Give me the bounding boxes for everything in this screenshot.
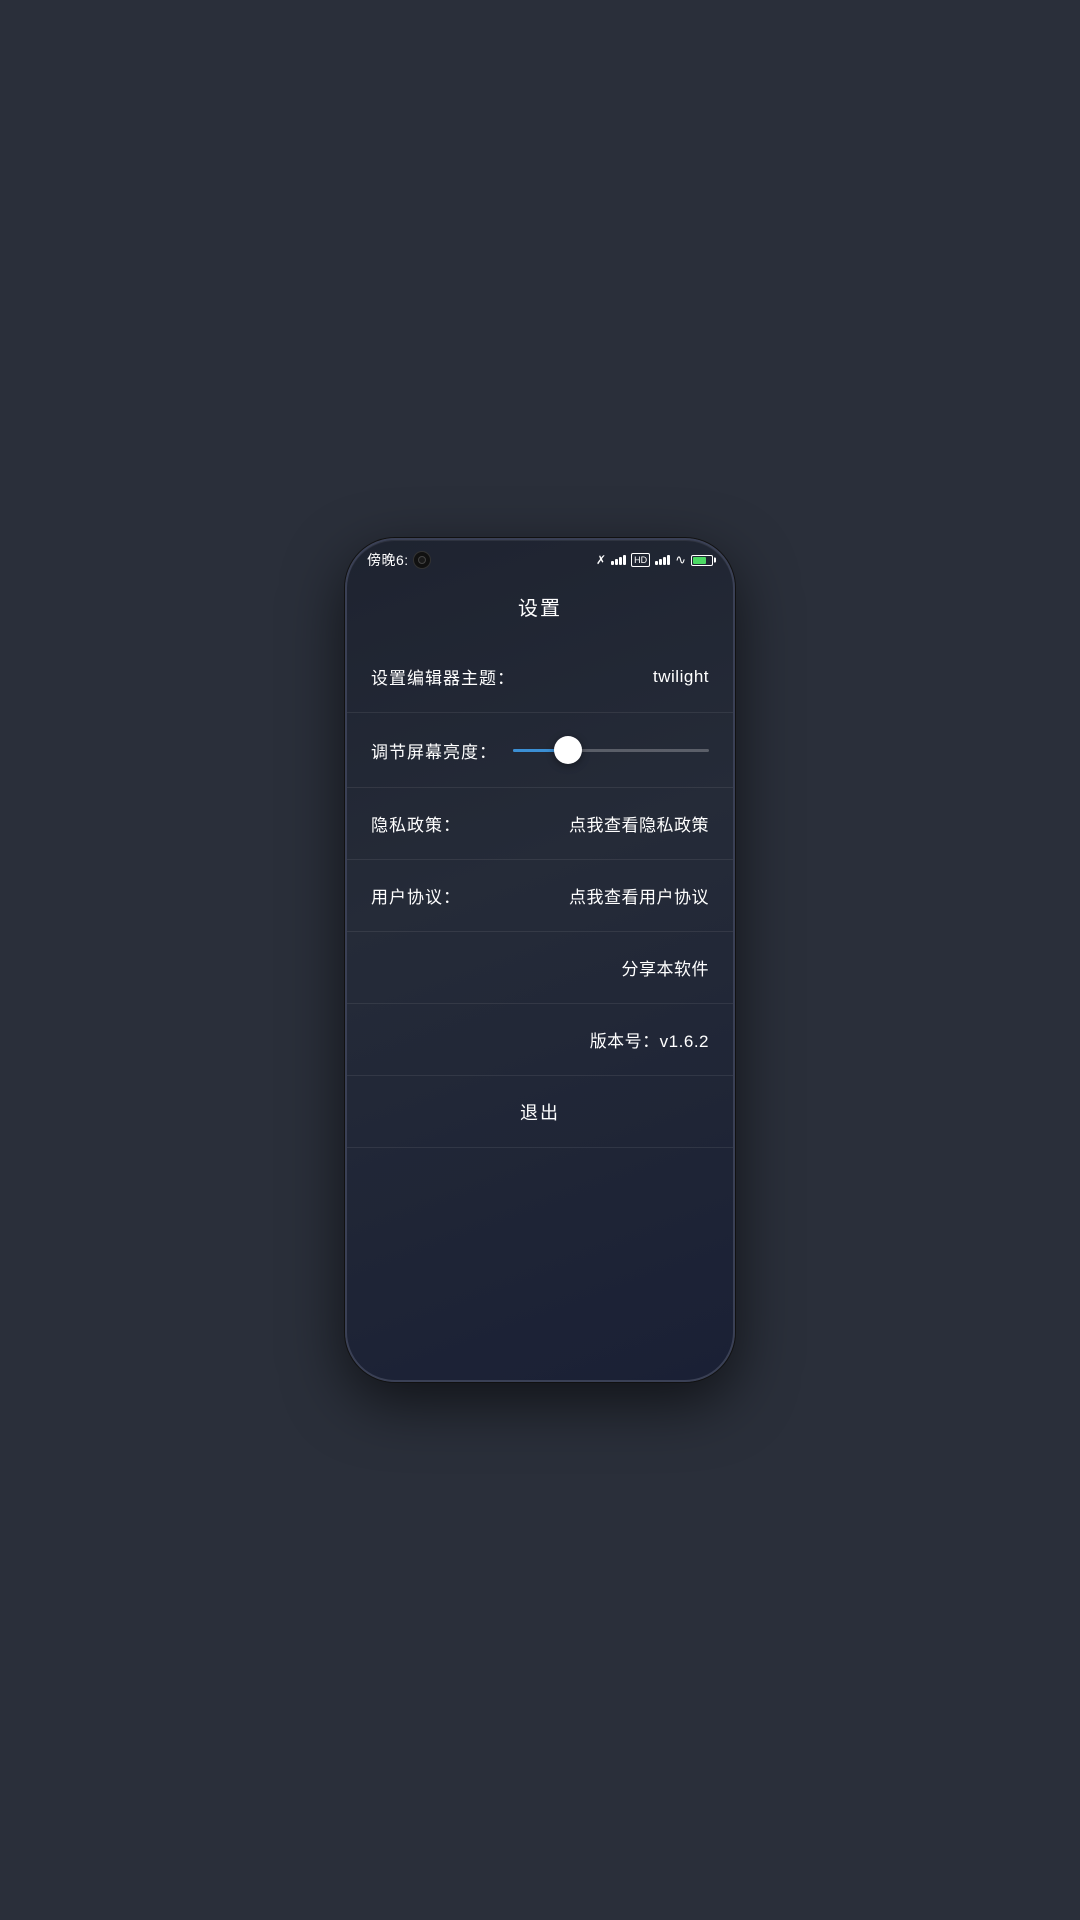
signal-bar2-3 [663,557,666,565]
signal-bar-2 [615,559,618,565]
signal-bar-4 [623,555,626,565]
logout-label[interactable]: 退出 [520,1099,560,1125]
settings-item-version: 版本号：v1.6.2 [347,1004,733,1076]
camera-indicator [413,551,431,569]
slider-track [513,749,709,752]
page-title-bar: 设置 [347,576,733,641]
share-label[interactable]: 分享本软件 [622,955,710,980]
settings-item-logout[interactable]: 退出 [347,1076,733,1148]
hd-badge: HD [631,553,650,568]
wifi-icon: ∿ [675,552,686,568]
slider-row[interactable] [513,735,709,765]
brightness-label: 调节屏幕亮度： [371,738,497,763]
signal-icon [611,555,626,565]
bluetooth-icon: ✗ [596,553,606,567]
settings-list: 设置编辑器主题： twilight 调节屏幕亮度： 隐私政策： [347,641,733,1148]
agreement-label: 用户协议： [371,883,461,908]
settings-page: 设置 设置编辑器主题： twilight 调节屏幕亮度： [347,576,733,1228]
settings-item-brightness: 调节屏幕亮度： [347,713,733,788]
theme-value: twilight [653,667,709,687]
settings-item-agreement[interactable]: 用户协议： 点我查看用户协议 [347,860,733,932]
settings-item-privacy[interactable]: 隐私政策： 点我查看隐私政策 [347,788,733,860]
signal-bar2-2 [659,559,662,565]
bottom-area [347,1148,733,1228]
slider-thumb[interactable] [554,736,582,764]
privacy-link[interactable]: 点我查看隐私政策 [569,811,709,836]
page-title: 设置 [518,598,562,620]
signal-icon-2 [655,555,670,565]
status-bar: 傍晚6: ✗ HD ∿ [347,540,733,576]
signal-bar2-1 [655,561,658,565]
signal-bar2-4 [667,555,670,565]
signal-bar-3 [619,557,622,565]
status-time: 傍晚6: [367,550,409,570]
settings-item-theme[interactable]: 设置编辑器主题： twilight [347,641,733,713]
status-icons: ✗ HD ∿ [596,552,713,568]
theme-label: 设置编辑器主题： [371,664,515,689]
settings-item-share[interactable]: 分享本软件 [347,932,733,1004]
brightness-slider[interactable] [513,735,709,765]
version-value: 版本号：v1.6.2 [590,1027,709,1052]
battery-icon [691,555,713,566]
battery-body [691,555,713,566]
signal-bar-1 [611,561,614,565]
camera-lens [418,556,426,564]
agreement-link[interactable]: 点我查看用户协议 [569,883,709,908]
phone-shell: 傍晚6: ✗ HD ∿ [345,538,735,1382]
privacy-label: 隐私政策： [371,811,461,836]
battery-fill [693,557,706,564]
